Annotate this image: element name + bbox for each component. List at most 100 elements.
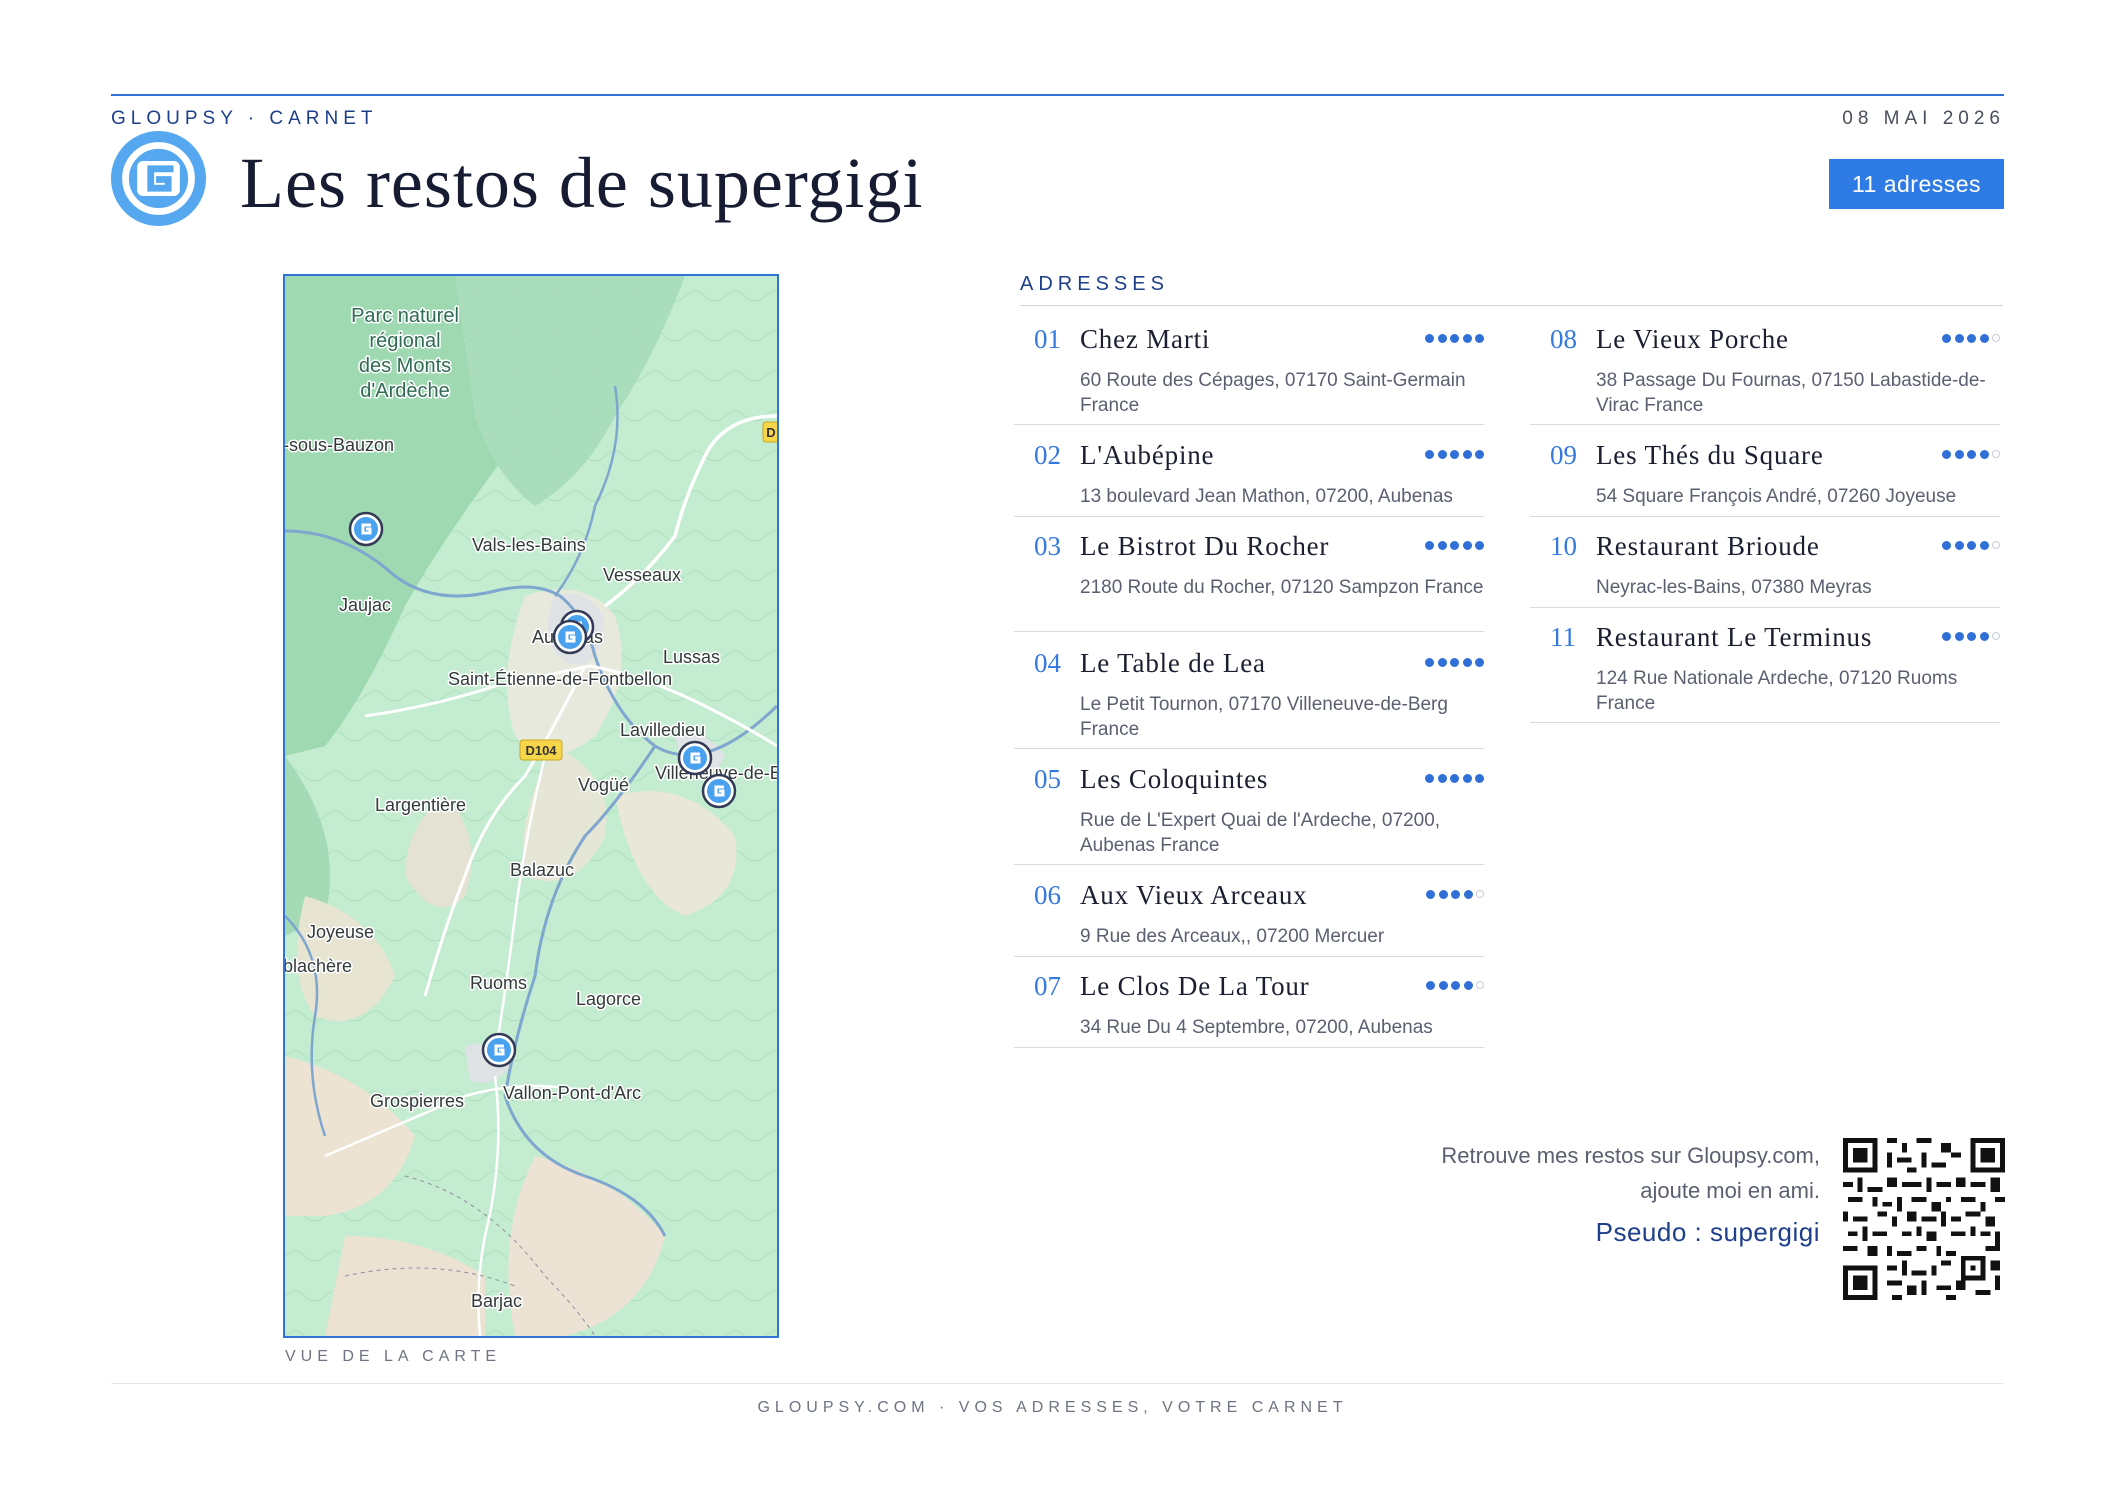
- rating-dot-filled: [1979, 334, 1989, 343]
- rating-dot-filled: [1425, 541, 1434, 550]
- address-entry[interactable]: 10 Restaurant Brioude Neyrac-les-Bains, 07…: [1530, 525, 2000, 608]
- address-entry[interactable]: 07 Le Clos De La Tour 34 Rue Du 4 Septembr…: [1014, 965, 1484, 1048]
- restaurant-name[interactable]: Le Clos De La Tour: [1080, 971, 1309, 1002]
- rating-dots: [1425, 541, 1484, 550]
- address-entry[interactable]: 08 Le Vieux Porche 38 Passage Du Fournas, …: [1530, 318, 2000, 425]
- address-entry[interactable]: 06 Aux Vieux Arceaux 9 Rue des Arceaux,, 0…: [1014, 874, 1484, 957]
- address-entry[interactable]: 05 Les Coloquintes Rue de L'Expert Quai de…: [1014, 758, 1484, 865]
- restaurant-name[interactable]: Restaurant Brioude: [1596, 531, 1820, 562]
- restaurant-address: Neyrac-les-Bains, 07380 Meyras: [1596, 577, 1872, 598]
- rating-dot-filled: [1979, 541, 1989, 550]
- rating-dot-empty: [1992, 632, 2000, 640]
- rating-dot-filled: [1954, 334, 1964, 343]
- restaurant-address: 38 Passage Du Fournas, 07150 Labastide-d…: [1596, 370, 1986, 416]
- rating-dot-filled: [1450, 334, 1459, 343]
- pseudo-label[interactable]: Pseudo : supergigi: [1596, 1217, 1820, 1248]
- rating-dot-filled: [1942, 450, 1951, 459]
- address-entry[interactable]: 09 Les Thés du Square 54 Square François A…: [1530, 434, 2000, 517]
- rating-dot-filled: [1967, 541, 1976, 550]
- rating-dots: [1425, 334, 1484, 343]
- addresses-rule: [1020, 305, 2003, 306]
- rating-dot-filled: [1451, 890, 1460, 899]
- address-entry[interactable]: 04 Le Table de Lea Le Petit Tournon, 07170…: [1014, 642, 1484, 749]
- qr-code-icon[interactable]: [1843, 1138, 2005, 1300]
- rating-dot-filled: [1475, 658, 1484, 667]
- restaurant-name[interactable]: Les Thés du Square: [1596, 440, 1824, 471]
- restaurant-address: 34 Rue Du 4 Septembre, 07200, Aubenas: [1080, 1017, 1433, 1038]
- rating-dot-filled: [1475, 450, 1484, 459]
- address-entry[interactable]: 01 Chez Marti 60 Route des Cépages, 07170 …: [1014, 318, 1484, 425]
- map-view[interactable]: D104 D Parc naturel régional des Monts d…: [283, 274, 779, 1338]
- address-count-badge: 11 adresses: [1829, 159, 2004, 209]
- address-number: 06: [1034, 880, 1061, 910]
- map-label-town: Joyeuse: [307, 922, 374, 942]
- restaurant-address: 54 Square François André, 07260 Joyeuse: [1596, 486, 1957, 507]
- restaurant-name[interactable]: Le Vieux Porche: [1596, 324, 1789, 355]
- map-marker[interactable]: [348, 511, 384, 547]
- promo-text: ajoute moi en ami.: [1640, 1178, 1820, 1203]
- restaurant-name[interactable]: Le Table de Lea: [1080, 648, 1266, 679]
- rating-dot-empty: [1992, 334, 2000, 342]
- map-label-park: d'Ardèche: [360, 380, 449, 402]
- restaurant-name[interactable]: L'Aubépine: [1080, 440, 1214, 471]
- map-caption: VUE DE LA CARTE: [285, 1348, 502, 1365]
- rating-dot-filled: [1463, 981, 1473, 990]
- restaurant-name[interactable]: Chez Marti: [1080, 324, 1210, 355]
- map-marker[interactable]: [701, 773, 737, 809]
- rating-dot-filled: [1426, 981, 1435, 990]
- map-label-town: -sous-Bauzon: [285, 435, 394, 455]
- map-marker[interactable]: [552, 619, 588, 655]
- rating-dot-filled: [1462, 450, 1472, 459]
- address-entry[interactable]: 03 Le Bistrot Du Rocher 2180 Route du Roch…: [1014, 525, 1484, 632]
- restaurant-address: 2180 Route du Rocher, 07120 Sampzon Fran…: [1080, 577, 1484, 598]
- rating-dots: [1426, 981, 1484, 990]
- address-entry[interactable]: 02 L'Aubépine 13 boulevard Jean Mathon, 07…: [1014, 434, 1484, 517]
- map-marker[interactable]: [677, 740, 713, 776]
- rating-dot-filled: [1967, 632, 1976, 641]
- restaurant-name[interactable]: Le Bistrot Du Rocher: [1080, 531, 1329, 562]
- rating-dot-empty: [1476, 981, 1484, 989]
- map-label-town: Vesseaux: [603, 565, 681, 585]
- restaurant-name[interactable]: Les Coloquintes: [1080, 764, 1268, 795]
- rating-dots: [1425, 658, 1484, 667]
- map-label-town: Barjac: [471, 1291, 522, 1311]
- rating-dot-filled: [1425, 334, 1434, 343]
- rating-dot-filled: [1437, 541, 1447, 550]
- rating-dot-filled: [1425, 774, 1434, 783]
- footer-tagline: GLOUPSY.COM · VOS ADRESSES, VOTRE CARNET: [757, 1399, 1348, 1416]
- restaurant-address: 60 Route des Cépages, 07170 Saint-Germai…: [1080, 370, 1466, 416]
- map-canvas[interactable]: D104 D Parc naturel régional des Monts d…: [285, 276, 777, 1336]
- map-label-park: régional: [369, 330, 440, 352]
- restaurant-address: 124 Rue Nationale Ardeche, 07120 Ruoms F…: [1596, 668, 1958, 714]
- rating-dot-filled: [1475, 541, 1484, 550]
- address-number: 03: [1034, 531, 1061, 561]
- map-label-town: Vallon-Pont-d'Arc: [503, 1083, 641, 1103]
- map-marker[interactable]: [481, 1032, 517, 1068]
- page-title: Les restos de supergigi: [240, 143, 924, 223]
- rating-dot-filled: [1954, 632, 1964, 641]
- address-number: 01: [1034, 324, 1061, 354]
- restaurant-address: Le Petit Tournon, 07170 Villeneuve-de-Be…: [1080, 694, 1448, 740]
- map-label-town: Grospierres: [370, 1091, 464, 1111]
- header-rule: [111, 94, 2004, 96]
- address-number: 10: [1550, 531, 1577, 561]
- rating-dot-filled: [1475, 334, 1484, 343]
- map-label-town: Vogüé: [578, 775, 629, 795]
- rating-dot-empty: [1992, 541, 2000, 549]
- map-label-town: Balazuc: [510, 860, 574, 880]
- rating-dot-filled: [1451, 981, 1460, 990]
- rating-dot-filled: [1437, 658, 1447, 667]
- address-number: 05: [1034, 764, 1061, 794]
- rating-dot-filled: [1463, 890, 1473, 899]
- restaurant-name[interactable]: Restaurant Le Terminus: [1596, 622, 1872, 653]
- restaurant-name[interactable]: Aux Vieux Arceaux: [1080, 880, 1307, 911]
- rating-dots: [1942, 632, 2000, 641]
- map-label-town: Lavilledieu: [620, 720, 705, 740]
- map-label-town: Largentière: [375, 795, 466, 815]
- rating-dot-filled: [1450, 450, 1459, 459]
- address-entry[interactable]: 11 Restaurant Le Terminus 124 Rue National…: [1530, 616, 2000, 723]
- rating-dot-filled: [1942, 334, 1951, 343]
- rating-dots: [1426, 890, 1484, 899]
- rating-dot-filled: [1425, 658, 1434, 667]
- rating-dots: [1942, 450, 2000, 459]
